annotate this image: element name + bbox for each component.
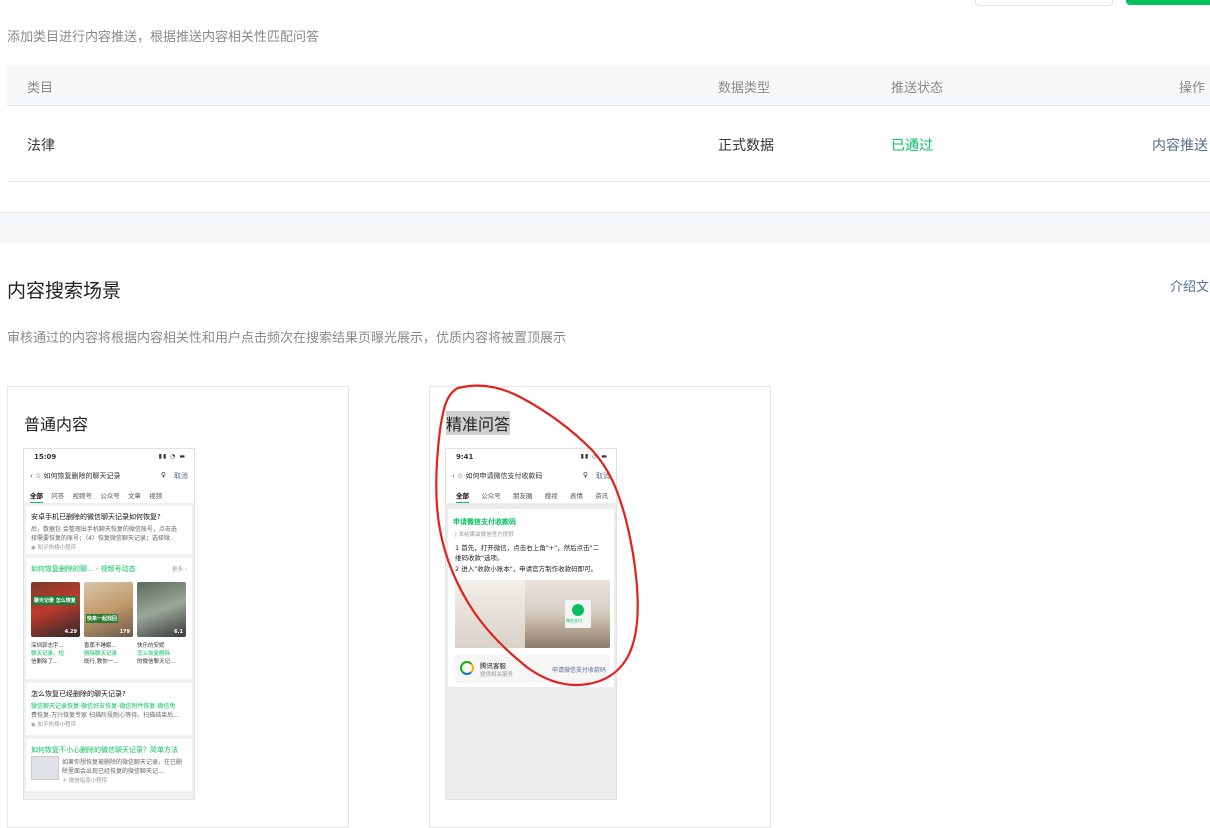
red-annotation-outline	[435, 384, 639, 687]
